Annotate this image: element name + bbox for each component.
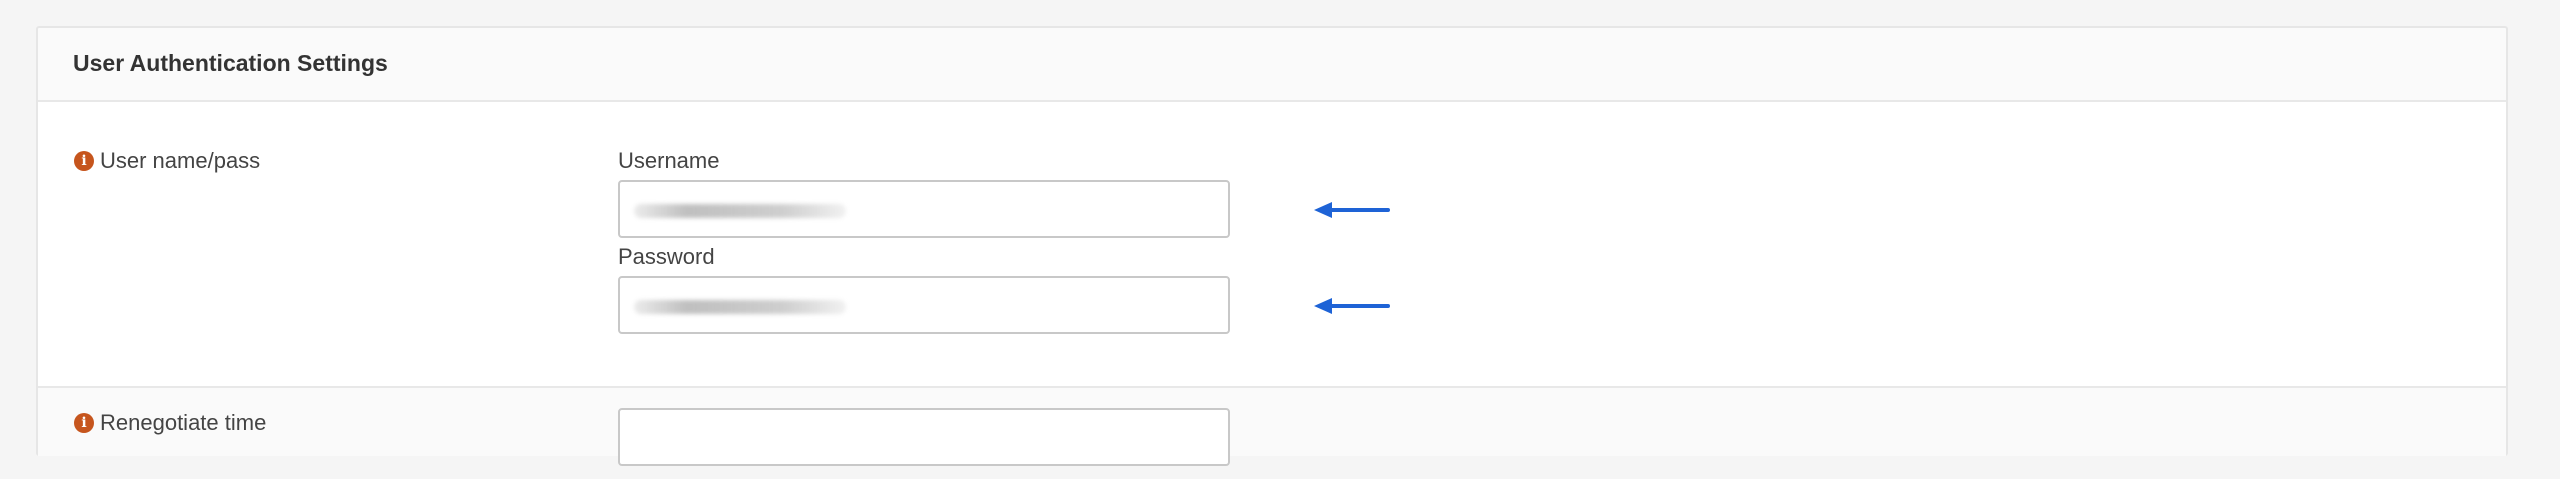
- section-title: User Authentication Settings: [73, 50, 388, 76]
- panel-header: User Authentication Settings: [38, 28, 2506, 102]
- arrow-left-icon: [1314, 202, 1390, 218]
- user-pass-label-group: i User name/pass: [74, 148, 260, 174]
- password-input[interactable]: [618, 276, 1230, 334]
- user-pass-label: User name/pass: [100, 148, 261, 173]
- renegotiate-time-input[interactable]: [618, 408, 1230, 466]
- username-input[interactable]: [618, 180, 1230, 238]
- renegotiate-label-group: i Renegotiate time: [74, 410, 266, 436]
- renegotiate-label: Renegotiate time: [100, 410, 267, 435]
- password-blurred-value: [634, 300, 846, 314]
- auth-settings-panel: User Authentication Settings i User name…: [36, 26, 2508, 466]
- info-icon[interactable]: i: [74, 151, 94, 171]
- user-pass-row: i User name/pass Username Password: [38, 102, 2506, 388]
- arrow-left-icon: [1314, 298, 1390, 314]
- password-label: Password: [618, 244, 715, 269]
- username-blurred-value: [634, 204, 846, 218]
- renegotiate-row: i Renegotiate time: [38, 388, 2506, 466]
- username-label: Username: [618, 148, 720, 173]
- info-icon[interactable]: i: [74, 413, 94, 433]
